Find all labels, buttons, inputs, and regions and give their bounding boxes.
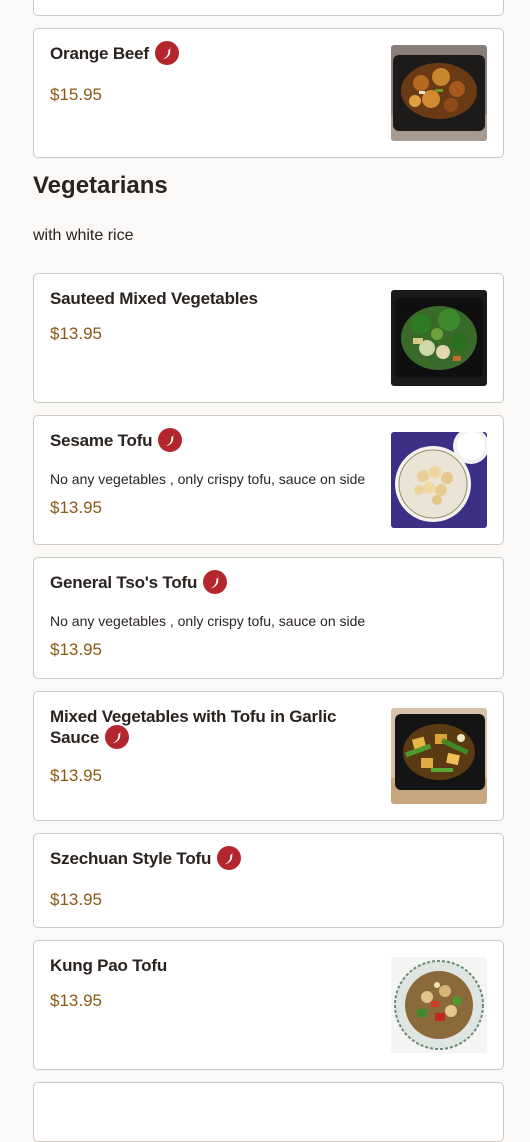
food-photo[interactable]	[391, 432, 487, 528]
menu-item-card[interactable]: Sesame Tofu No any vegetables , only cri…	[33, 415, 504, 545]
menu-item-card-partial[interactable]	[33, 0, 504, 16]
chili-pepper-icon	[158, 428, 183, 453]
menu-item-name: Orange Beef	[50, 41, 179, 66]
section-subtitle: with white rice	[33, 227, 134, 244]
menu-item-card[interactable]: Orange Beef $15.95	[33, 28, 504, 158]
menu-item-price: $13.95	[50, 498, 102, 517]
menu-item-card[interactable]: General Tso's Tofu No any vegetables , o…	[33, 557, 504, 679]
menu-item-name: Sauteed Mixed Vegetables	[50, 289, 258, 308]
menu-item-name: Sesame Tofu	[50, 428, 183, 453]
menu-item-price: $13.95	[50, 766, 102, 785]
menu-item-name: Mixed Vegetables with Tofu in Garlic Sau…	[50, 706, 350, 750]
menu-item-description: No any vegetables , only crispy tofu, sa…	[50, 471, 366, 487]
chili-pepper-icon	[105, 725, 130, 750]
food-photo[interactable]	[391, 290, 487, 386]
menu-item-price: $15.95	[50, 85, 102, 104]
food-photo[interactable]	[391, 45, 487, 141]
menu-item-name: Szechuan Style Tofu	[50, 846, 242, 871]
menu-item-price: $13.95	[50, 991, 102, 1010]
menu-item-price: $13.95	[50, 890, 102, 909]
chili-pepper-icon	[203, 570, 228, 595]
menu-item-card[interactable]: Szechuan Style Tofu $13.95	[33, 833, 504, 928]
menu-item-price: $13.95	[50, 640, 102, 659]
chili-pepper-icon	[217, 846, 242, 871]
menu-item-card[interactable]: Mixed Vegetables with Tofu in Garlic Sau…	[33, 691, 504, 821]
chili-pepper-icon	[154, 41, 179, 66]
food-photo[interactable]	[391, 708, 487, 804]
menu-item-name: Kung Pao Tofu	[50, 956, 168, 975]
menu-item-card[interactable]: Sauteed Mixed Vegetables $13.95	[33, 273, 504, 403]
menu-item-card-partial[interactable]	[33, 1082, 504, 1142]
food-photo[interactable]	[391, 957, 487, 1053]
menu-item-name: General Tso's Tofu	[50, 570, 228, 595]
section-title: Vegetarians	[33, 172, 168, 199]
menu-item-card[interactable]: Kung Pao Tofu $13.95	[33, 940, 504, 1070]
menu-item-description: No any vegetables , only crispy tofu, sa…	[50, 613, 366, 629]
menu-item-price: $13.95	[50, 324, 102, 343]
